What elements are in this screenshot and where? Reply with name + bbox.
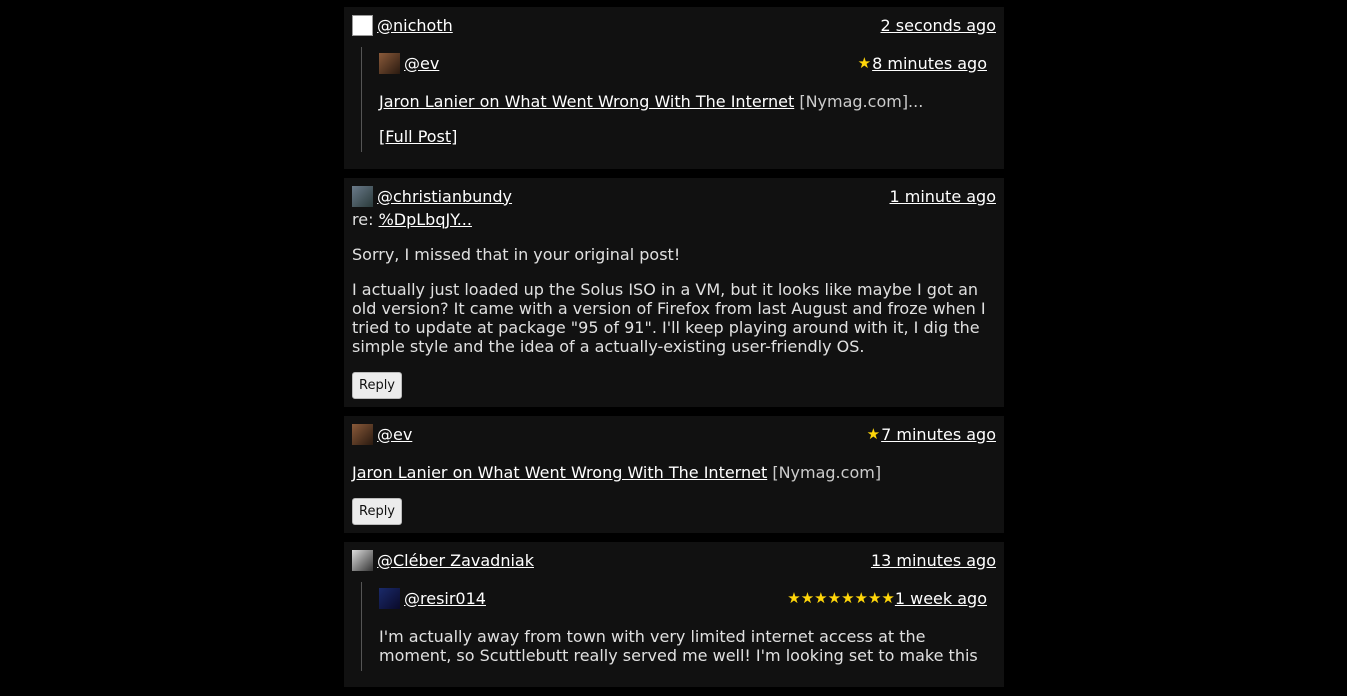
author-link[interactable]: @resir014 — [404, 589, 486, 608]
post-author: @nichoth — [352, 14, 453, 36]
star-icon: ★ — [866, 424, 881, 443]
timestamp-link[interactable]: 2 seconds ago — [881, 16, 997, 35]
timestamp-link[interactable]: 7 minutes ago — [881, 425, 996, 444]
post-header: @christianbundy 1 minute ago — [352, 185, 996, 207]
quoted-meta: ★★★★★★★★ 1 week ago — [787, 589, 987, 608]
article-link[interactable]: Jaron Lanier on What Went Wrong With The… — [379, 92, 794, 111]
quoted-meta: ★ 8 minutes ago — [858, 54, 987, 73]
post-card: @christianbundy 1 minute ago re: %DpLbqJ… — [344, 178, 1004, 407]
avatar[interactable] — [352, 185, 373, 207]
author-link[interactable]: @christianbundy — [377, 187, 512, 206]
author-link[interactable]: @Cléber Zavadniak — [377, 551, 534, 570]
quoted-post: @resir014 ★★★★★★★★ 1 week ago I'm actual… — [361, 582, 987, 671]
avatar[interactable] — [352, 14, 373, 36]
quoted-header: @resir014 ★★★★★★★★ 1 week ago — [379, 587, 987, 609]
timestamp-link[interactable]: 1 minute ago — [889, 187, 996, 206]
avatar[interactable] — [379, 587, 400, 609]
avatar[interactable] — [379, 52, 400, 74]
author-link[interactable]: @nichoth — [377, 16, 453, 35]
post-meta: ★ 7 minutes ago — [867, 425, 996, 444]
quoted-body: I'm actually away from town with very li… — [379, 627, 978, 665]
re-link[interactable]: %DpLbqJY... — [379, 210, 472, 229]
post-header: @Cléber Zavadniak 13 minutes ago — [352, 549, 996, 571]
post-author: @ev — [352, 423, 412, 445]
re-prefix: re: — [352, 210, 374, 229]
timestamp-link[interactable]: 13 minutes ago — [871, 551, 996, 570]
reply-button[interactable]: Reply — [352, 372, 403, 399]
timestamp-link[interactable]: 1 week ago — [895, 589, 987, 608]
post-card: @ev ★ 7 minutes ago Jaron Lanier on What… — [344, 416, 1004, 533]
reply-button[interactable]: Reply — [352, 498, 403, 525]
star-icon: ★ — [857, 53, 872, 72]
author-link[interactable]: @ev — [404, 54, 439, 73]
quoted-header: @ev ★ 8 minutes ago — [379, 52, 987, 74]
article-link[interactable]: Jaron Lanier on What Went Wrong With The… — [352, 463, 767, 482]
post-card: @Cléber Zavadniak 13 minutes ago @resir0… — [344, 542, 1004, 687]
post-header: @nichoth 2 seconds ago — [352, 14, 997, 36]
feed: @nichoth 2 seconds ago @ev ★ 8 minutes a… — [344, 7, 1004, 696]
quoted-post: @ev ★ 8 minutes ago Jaron Lanier on What… — [361, 47, 987, 152]
author-link[interactable]: @ev — [377, 425, 412, 444]
avatar[interactable] — [352, 549, 373, 571]
reply-to: re: %DpLbqJY... — [352, 210, 996, 229]
timestamp-link[interactable]: 8 minutes ago — [872, 54, 987, 73]
post-author: @Cléber Zavadniak — [352, 549, 534, 571]
avatar[interactable] — [352, 423, 373, 445]
post-paragraph: I actually just loaded up the Solus ISO … — [352, 280, 986, 356]
quoted-author: @ev — [379, 52, 439, 74]
post-author: @christianbundy — [352, 185, 512, 207]
post-card: @nichoth 2 seconds ago @ev ★ 8 minutes a… — [344, 7, 1004, 169]
post-body: Jaron Lanier on What Went Wrong With The… — [352, 463, 996, 482]
full-post-link[interactable]: [Full Post] — [379, 127, 457, 146]
quoted-body: Jaron Lanier on What Went Wrong With The… — [379, 92, 987, 111]
source-label: [Nymag.com]... — [799, 92, 924, 111]
source-label: [Nymag.com] — [772, 463, 882, 482]
post-paragraph: Sorry, I missed that in your original po… — [352, 245, 681, 264]
full-post-row: [Full Post] — [379, 127, 987, 146]
post-header: @ev ★ 7 minutes ago — [352, 423, 996, 445]
star-icon: ★★★★★★★★ — [787, 588, 895, 607]
quoted-author: @resir014 — [379, 587, 486, 609]
